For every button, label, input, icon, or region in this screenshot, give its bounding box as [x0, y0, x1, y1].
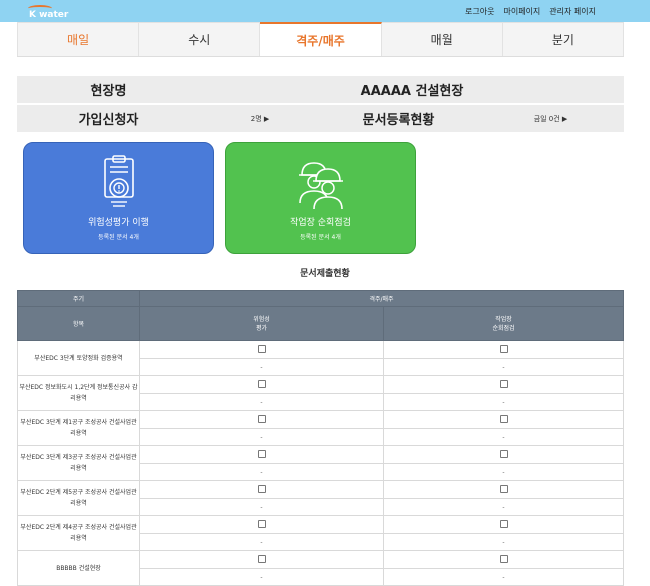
checkbox-cell	[139, 515, 384, 534]
checkbox-cell	[383, 410, 624, 429]
checkbox-cell	[139, 410, 384, 429]
project-name-cell: 부산EDC 정보화도시 1,2단계 정보통신공사 감리용역	[17, 375, 140, 411]
site-name-value: AAAAA 건설현장	[360, 84, 464, 99]
applicant-label: 가입신청자	[78, 113, 139, 128]
column-header-risk: 위험성 평가	[139, 306, 384, 341]
table-row: 부산EDC 3단계 제3공구 조성공사 건설사업관리용역	[17, 445, 624, 481]
tab-occasional[interactable]: 수시	[139, 22, 261, 56]
project-name-cell: 부산EDC 3단계 제1공구 조성공사 건설사업관리용역	[17, 410, 140, 446]
tab-weekly[interactable]: 격주/매주	[260, 22, 382, 56]
project-name-cell: BBBBB 건설현장	[17, 550, 140, 586]
project-name-cell: 부산EDC 3단계 제3공구 조성공사 건설사업관리용역	[17, 445, 140, 481]
site-patrol-count: 등록된 문서 4개	[300, 234, 341, 241]
status-dash: -	[383, 498, 624, 516]
status-dash: -	[139, 428, 384, 446]
risk-assessment-icon	[104, 155, 134, 207]
column-header-line: 순회점검	[492, 324, 515, 332]
site-name-label: 현장명	[90, 84, 127, 99]
table-row: 부산EDC 2단계 제5공구 조성공사 건설사업관리용역	[17, 480, 624, 516]
top-links: 로그아웃 마이페이지 관리자 페이지	[465, 6, 596, 17]
patrol-checkbox[interactable]	[499, 449, 508, 458]
status-dash: -	[139, 533, 384, 551]
tab-monthly[interactable]: 매월	[381, 22, 503, 56]
project-name-cell: 부산EDC 3단계 토양정화 검증용역	[17, 340, 140, 376]
status-dash: -	[139, 498, 384, 516]
applicant-count-link[interactable]: 2명 ▶	[200, 105, 320, 132]
project-name-cell: 부산EDC 2단계 제4공구 조성공사 건설사업관리용역	[17, 515, 140, 551]
patrol-checkbox[interactable]	[499, 414, 508, 423]
patrol-checkbox[interactable]	[499, 554, 508, 563]
workers-helmet-icon	[299, 162, 343, 210]
table-row: 부산EDC 3단계 토양정화 검증용역	[17, 340, 624, 376]
period-value: 격주/매주	[139, 290, 624, 307]
table-row: 부산EDC 2단계 제4공구 조성공사 건설사업관리용역	[17, 515, 624, 551]
status-dash: -	[383, 428, 624, 446]
column-header-line: 작업장	[495, 315, 512, 323]
risk-checkbox[interactable]	[257, 484, 266, 493]
status-dash: -	[139, 393, 384, 411]
admin-page-link[interactable]: 관리자 페이지	[549, 6, 596, 17]
patrol-checkbox[interactable]	[499, 379, 508, 388]
project-name-cell: 부산EDC 2단계 제5공구 조성공사 건설사업관리용역	[17, 480, 140, 516]
risk-checkbox[interactable]	[257, 449, 266, 458]
table-row: 부산EDC 3단계 제1공구 조성공사 건설사업관리용역	[17, 410, 624, 446]
table-header-row: 항목 위험성 평가 작업장 순회점검	[17, 306, 624, 341]
risk-checkbox[interactable]	[257, 414, 266, 423]
risk-assessment-count: 등록된 문서 4개	[98, 234, 139, 241]
status-dash: -	[383, 533, 624, 551]
doc-status-link[interactable]: 금일 0건 ▶	[477, 105, 624, 132]
status-dash: -	[383, 393, 624, 411]
doc-status-label: 문서등록현황	[362, 113, 435, 128]
column-header-patrol: 작업장 순회점검	[383, 306, 624, 341]
risk-assessment-card[interactable]: 위험성평가 이행 등록된 문서 4개	[23, 142, 214, 254]
status-dash: -	[139, 463, 384, 481]
mypage-link[interactable]: 마이페이지	[503, 6, 540, 17]
logout-link[interactable]: 로그아웃	[465, 6, 494, 17]
applicant-row: 가입신청자 2명 ▶ 문서등록현황 금일 0건 ▶	[17, 105, 624, 132]
risk-checkbox[interactable]	[257, 519, 266, 528]
top-bar: K water 로그아웃 마이페이지 관리자 페이지	[0, 0, 650, 22]
site-info: 현장명 AAAAA 건설현장 가입신청자 2명 ▶ 문서등록현황 금일 0건 ▶	[17, 76, 624, 134]
status-dash: -	[383, 568, 624, 586]
submission-title: 문서제출현황	[300, 269, 350, 279]
status-dash: -	[383, 358, 624, 376]
period-tabs: 매일 수시 격주/매주 매월 분기	[17, 22, 625, 57]
tab-quarterly[interactable]: 분기	[502, 22, 625, 56]
site-name-row: 현장명 AAAAA 건설현장	[17, 76, 624, 103]
kwater-logo[interactable]: K water	[14, 3, 68, 20]
patrol-checkbox[interactable]	[499, 344, 508, 353]
tab-daily[interactable]: 매일	[17, 22, 140, 56]
checkbox-cell	[139, 375, 384, 394]
status-dash: -	[139, 568, 384, 586]
table-header-row: 주기 격주/매주	[17, 290, 624, 307]
period-header: 주기	[17, 290, 140, 307]
risk-checkbox[interactable]	[257, 344, 266, 353]
checkbox-cell	[139, 550, 384, 569]
submission-table: 주기 격주/매주 항목 위험성 평가 작업장 순회점검 부산EDC 3단계 토양…	[17, 290, 624, 586]
checkbox-cell	[139, 445, 384, 464]
checkbox-cell	[383, 480, 624, 499]
checkbox-cell	[139, 340, 384, 359]
patrol-checkbox[interactable]	[499, 519, 508, 528]
risk-assessment-title: 위험성평가 이행	[88, 218, 149, 228]
risk-checkbox[interactable]	[257, 379, 266, 388]
column-header-line: 평가	[255, 324, 268, 332]
status-dash: -	[383, 463, 624, 481]
site-patrol-title: 작업장 순회점검	[290, 218, 351, 228]
checkbox-cell	[383, 375, 624, 394]
patrol-checkbox[interactable]	[499, 484, 508, 493]
column-header-line: 위험성	[253, 315, 270, 323]
site-patrol-card[interactable]: 작업장 순회점검 등록된 문서 4개	[225, 142, 416, 254]
checkbox-cell	[383, 515, 624, 534]
checkbox-cell	[383, 445, 624, 464]
item-header: 항목	[17, 306, 140, 341]
table-row: 부산EDC 정보화도시 1,2단계 정보통신공사 감리용역	[17, 375, 624, 411]
table-row: BBBBB 건설현장	[17, 550, 624, 586]
checkbox-cell	[383, 340, 624, 359]
risk-checkbox[interactable]	[257, 554, 266, 563]
logo-text: K water	[29, 10, 69, 20]
checkbox-cell	[139, 480, 384, 499]
status-dash: -	[139, 358, 384, 376]
checkbox-cell	[383, 550, 624, 569]
